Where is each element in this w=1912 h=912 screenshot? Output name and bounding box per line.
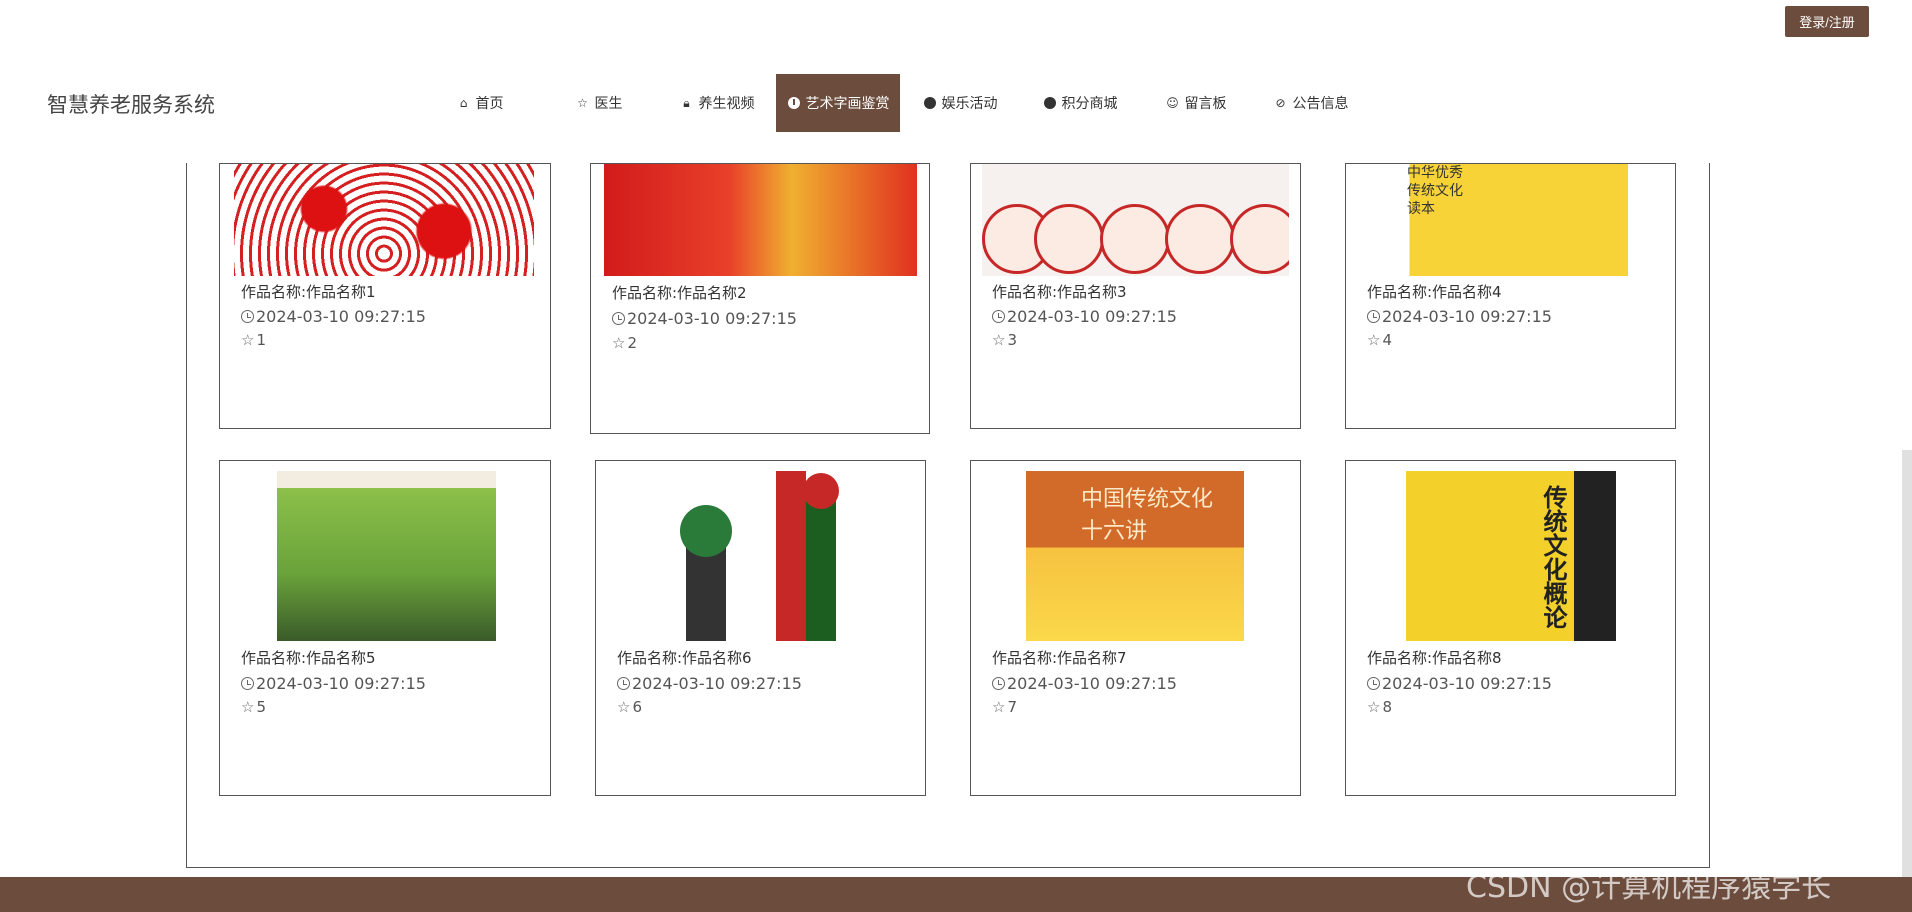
artwork-name: 作品名称:作品名称3: [992, 283, 1127, 301]
clock-icon: [992, 677, 1005, 690]
artwork-image[interactable]: [656, 471, 871, 641]
star-icon: ☆: [992, 331, 1006, 349]
artwork-time: 2024-03-10 09:27:15: [612, 309, 797, 328]
artwork-name: 作品名称:作品名称5: [241, 649, 376, 667]
book-cover-title: 中国传统文化 十六讲: [1081, 487, 1214, 544]
nav-item-label: 公告信息: [1292, 96, 1349, 112]
artwork-card[interactable]: 作品名称:作品名称1 2024-03-10 09:27:15 ☆ 1: [219, 163, 551, 429]
check-circle-icon: ⊘: [1275, 96, 1286, 110]
clock-icon: [617, 677, 630, 690]
star-icon: ☆: [1367, 698, 1381, 716]
artwork-image[interactable]: [982, 164, 1289, 276]
artwork-image[interactable]: [604, 164, 917, 276]
star-icon: ☆: [241, 698, 255, 716]
artwork-likes: ☆ 4: [1367, 331, 1392, 349]
artwork-card[interactable]: 作品名称:作品名称6 2024-03-10 09:27:15 ☆ 6: [595, 460, 926, 796]
star-icon: ☆: [992, 698, 1006, 716]
artwork-name: 作品名称:作品名称4: [1367, 283, 1502, 301]
artwork-likes: ☆ 8: [1367, 698, 1392, 716]
clock-icon: [992, 310, 1005, 323]
nav-item-health-video[interactable]: 🔒︎ 养生视频: [658, 74, 776, 132]
nav-item-points-mall[interactable]: 积分商城: [1020, 74, 1140, 132]
artwork-name: 作品名称:作品名称6: [617, 649, 752, 667]
nav-item-doctor[interactable]: ☆ 医生: [540, 74, 658, 132]
artwork-card[interactable]: 中华优秀 传统文化 读本 作品名称:作品名称4 2024-03-10 09:27…: [1345, 163, 1676, 429]
scrollbar-thumb[interactable]: [1902, 450, 1912, 877]
artwork-time: 2024-03-10 09:27:15: [1367, 307, 1552, 326]
site-title: 智慧养老服务系统: [47, 93, 215, 117]
clock-icon: [1367, 310, 1380, 323]
artwork-name: 作品名称:作品名称7: [992, 649, 1127, 667]
artwork-time: 2024-03-10 09:27:15: [992, 674, 1177, 693]
artwork-time: 2024-03-10 09:27:15: [1367, 674, 1552, 693]
artwork-likes: ☆ 2: [612, 334, 637, 352]
login-register-button[interactable]: 登录/注册: [1785, 6, 1869, 37]
star-icon: ☆: [241, 331, 255, 349]
lock-icon: 🔒︎: [683, 95, 690, 110]
smile-icon: ☺: [1166, 96, 1179, 110]
nav-item-art-appreciation[interactable]: 艺术字画鉴赏: [776, 74, 900, 132]
nav-item-entertainment[interactable]: 娱乐活动: [900, 74, 1020, 132]
nav-item-label: 养生视频: [698, 96, 755, 112]
artwork-likes: ☆ 6: [617, 698, 642, 716]
home-icon: ⌂: [459, 96, 468, 110]
artwork-card[interactable]: 作品名称:作品名称2 2024-03-10 09:27:15 ☆ 2: [590, 163, 930, 434]
star-icon: ☆: [1367, 331, 1381, 349]
artwork-time: 2024-03-10 09:27:15: [992, 307, 1177, 326]
artwork-likes: ☆ 7: [992, 698, 1017, 716]
artwork-likes: ☆ 3: [992, 331, 1017, 349]
artwork-image[interactable]: 中华优秀 传统文化 读本: [1357, 164, 1665, 276]
clock-icon: [612, 312, 625, 325]
artwork-time: 2024-03-10 09:27:15: [241, 307, 426, 326]
star-icon: ☆: [577, 96, 588, 110]
artwork-time: 2024-03-10 09:27:15: [241, 674, 426, 693]
info-icon: [1043, 97, 1057, 109]
nav-item-label: 娱乐活动: [941, 96, 998, 112]
artwork-image[interactable]: [234, 164, 534, 276]
artwork-time: 2024-03-10 09:27:15: [617, 674, 802, 693]
info-icon: [787, 97, 801, 109]
nav-item-label: 积分商城: [1061, 96, 1118, 112]
watermark: CSDN @计算机程序猿学长: [1466, 870, 1832, 905]
nav-item-label: 医生: [594, 96, 623, 112]
artwork-likes: ☆ 1: [241, 331, 266, 349]
artwork-image[interactable]: [277, 471, 496, 641]
nav-item-message-board[interactable]: ☺ 留言板: [1140, 74, 1252, 132]
nav-item-home[interactable]: ⌂ 首页: [420, 74, 540, 132]
book-cover-title: 中华优秀 传统文化 读本: [1407, 165, 1463, 217]
question-icon: [923, 97, 937, 109]
clock-icon: [1367, 677, 1380, 690]
artwork-card[interactable]: 作品名称:作品名称5 2024-03-10 09:27:15 ☆ 5: [219, 460, 551, 796]
artwork-likes: ☆ 5: [241, 698, 266, 716]
artwork-card[interactable]: 中国传统文化 十六讲 作品名称:作品名称7 2024-03-10 09:27:1…: [970, 460, 1301, 796]
artwork-card[interactable]: 传统文化概论 作品名称:作品名称8 2024-03-10 09:27:15 ☆ 8: [1345, 460, 1676, 796]
artwork-card[interactable]: 作品名称:作品名称3 2024-03-10 09:27:15 ☆ 3: [970, 163, 1301, 429]
nav-item-label: 艺术字画鉴赏: [805, 96, 890, 112]
artwork-image[interactable]: 中国传统文化 十六讲: [1026, 471, 1244, 641]
artwork-name: 作品名称:作品名称1: [241, 283, 376, 301]
clock-icon: [241, 677, 254, 690]
star-icon: ☆: [617, 698, 631, 716]
artwork-name: 作品名称:作品名称2: [612, 284, 747, 302]
artwork-image[interactable]: 传统文化概论: [1406, 471, 1616, 641]
book-cover-title: 传统文化概论: [1539, 485, 1568, 629]
nav-item-label: 首页: [475, 96, 504, 112]
star-icon: ☆: [612, 334, 626, 352]
artwork-name: 作品名称:作品名称8: [1367, 649, 1502, 667]
nav-item-announcements[interactable]: ⊘ 公告信息: [1252, 74, 1370, 132]
main-nav: ⌂ 首页 ☆ 医生 🔒︎ 养生视频 艺术字画鉴赏 娱乐活动 积分商城 ☺ 留言板…: [420, 74, 1370, 132]
nav-item-label: 留言板: [1184, 96, 1227, 112]
clock-icon: [241, 310, 254, 323]
